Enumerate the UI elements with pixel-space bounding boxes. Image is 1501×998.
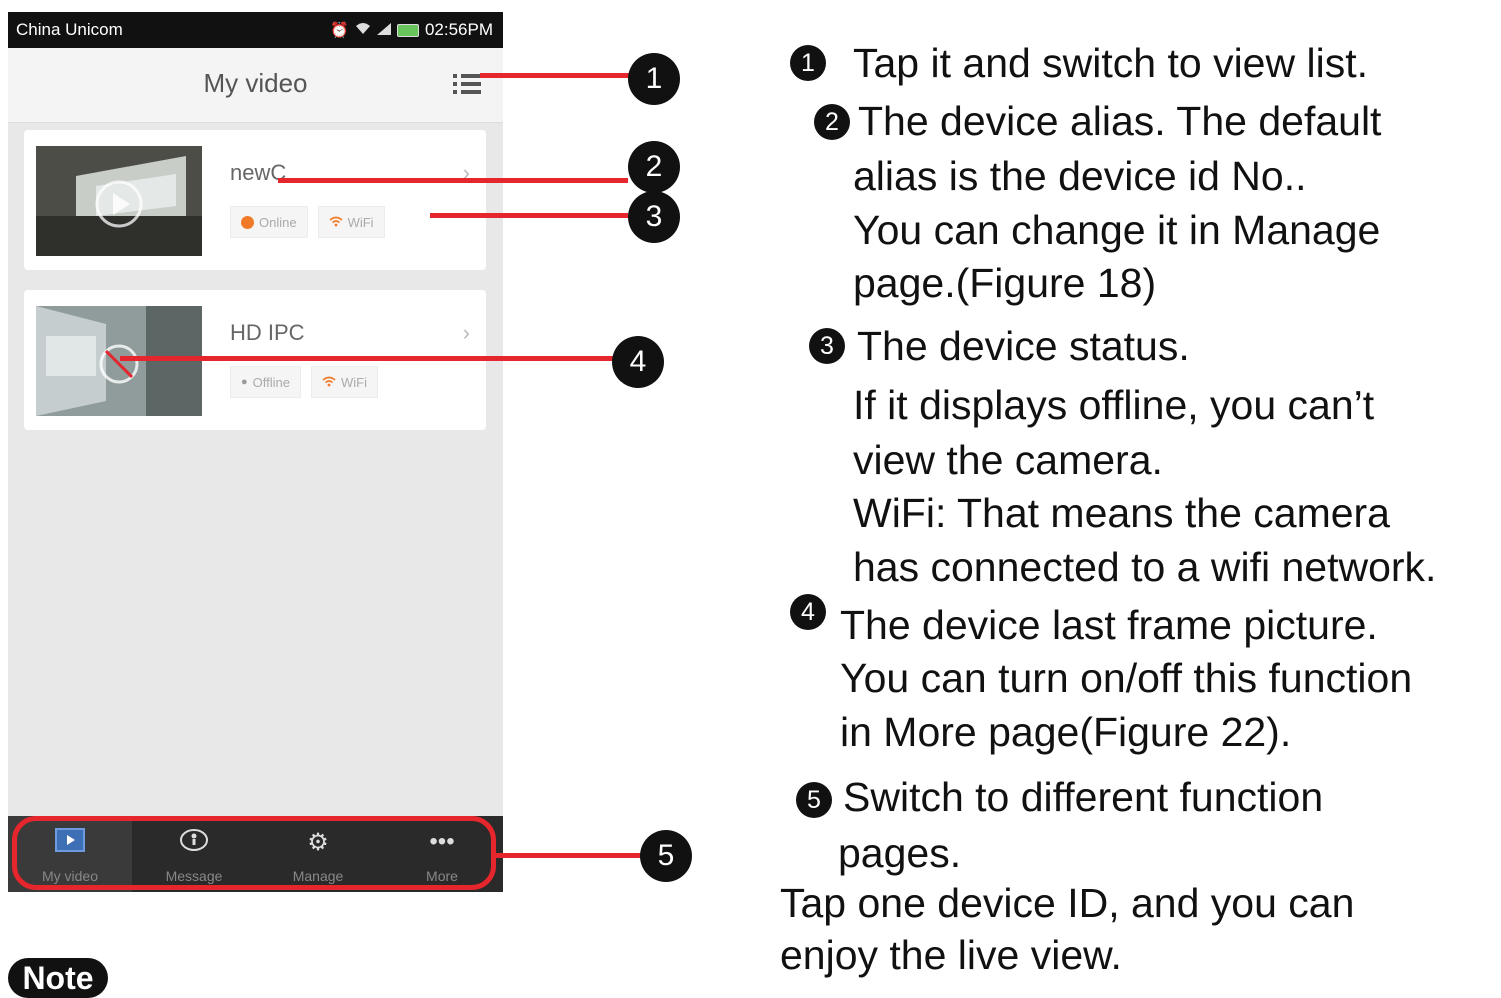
online-status-chip: Online bbox=[230, 206, 308, 238]
callout-line-5 bbox=[494, 853, 642, 858]
instruction-3-line-4: WiFi: That means the camera bbox=[853, 490, 1390, 536]
offline-status-chip: ● Offline bbox=[230, 366, 301, 398]
wifi-icon bbox=[329, 214, 343, 230]
network-label: WiFi bbox=[341, 374, 367, 390]
device-status-chips: Online WiFi bbox=[230, 206, 385, 238]
wifi-chip: WiFi bbox=[311, 366, 378, 398]
page-title: My video bbox=[203, 68, 308, 98]
device-card[interactable]: newC › Online WiFi bbox=[24, 130, 486, 270]
callout-1: 1 bbox=[628, 53, 680, 105]
online-dot-icon bbox=[241, 215, 254, 229]
alarm-icon: ⏰ bbox=[330, 22, 349, 39]
instruction-5-line-2: pages. bbox=[838, 830, 962, 876]
callout-line-2 bbox=[278, 178, 628, 183]
status-bar: China Unicom ⏰ 02:56PM bbox=[8, 12, 503, 48]
step-number-4: 4 bbox=[790, 594, 826, 630]
callout-line-1 bbox=[480, 73, 630, 78]
callout-line-3 bbox=[430, 213, 628, 218]
step-number-3: 3 bbox=[809, 328, 845, 364]
device-thumbnail[interactable] bbox=[36, 306, 202, 416]
wifi-icon bbox=[322, 374, 336, 390]
device-name[interactable]: HD IPC bbox=[230, 320, 305, 346]
status-time: 02:56PM bbox=[424, 20, 493, 39]
callout-2: 2 bbox=[628, 141, 680, 193]
chevron-right-icon[interactable]: › bbox=[463, 320, 470, 346]
wifi-status-icon bbox=[355, 22, 371, 39]
carrier-name: China Unicom bbox=[16, 20, 123, 39]
device-thumbnail[interactable] bbox=[36, 146, 202, 256]
device-status-chips: ● Offline WiFi bbox=[230, 366, 378, 398]
instruction-3-line-5: has connected to a wifi network. bbox=[853, 544, 1437, 590]
instruction-2-line-1: The device alias. The default bbox=[858, 98, 1382, 144]
offline-dot-icon: ● bbox=[241, 376, 248, 388]
callout-5: 5 bbox=[640, 830, 692, 882]
instruction-4-line-3: in More page(Figure 22). bbox=[840, 709, 1292, 755]
instruction-3-line-1: The device status. bbox=[857, 323, 1190, 369]
app-header: My video bbox=[8, 48, 503, 123]
instruction-2-line-2: alias is the device id No.. bbox=[853, 153, 1307, 199]
status-label: Online bbox=[259, 214, 297, 230]
signal-icon bbox=[376, 22, 391, 39]
instruction-1: Tap it and switch to view list. bbox=[853, 40, 1368, 86]
phone-screenshot: China Unicom ⏰ 02:56PM My video newC › O… bbox=[8, 12, 503, 892]
note-label: Note bbox=[8, 958, 108, 998]
step-number-2: 2 bbox=[814, 104, 850, 140]
instruction-3-line-3: view the camera. bbox=[853, 437, 1163, 483]
status-label: Offline bbox=[252, 374, 290, 390]
instruction-3-line-2: If it displays offline, you can’t bbox=[853, 382, 1375, 428]
instruction-4-line-2: You can turn on/off this function bbox=[840, 655, 1413, 701]
instruction-2-line-3: You can change it in Manage bbox=[853, 207, 1381, 253]
wifi-chip: WiFi bbox=[317, 206, 385, 238]
instruction-5-line-1: Switch to different function bbox=[843, 774, 1324, 820]
step-number-5: 5 bbox=[796, 782, 832, 818]
battery-icon bbox=[396, 23, 419, 37]
list-view-icon[interactable] bbox=[453, 70, 481, 98]
callout-3: 3 bbox=[628, 191, 680, 243]
footer-line-1: Tap one device ID, and you can bbox=[780, 880, 1355, 926]
tab-bar-highlight bbox=[12, 816, 496, 890]
instruction-2-line-4: page.(Figure 18) bbox=[853, 260, 1157, 306]
instruction-4-line-1: The device last frame picture. bbox=[840, 602, 1378, 648]
footer-line-2: enjoy the live view. bbox=[780, 932, 1122, 978]
callout-4: 4 bbox=[612, 336, 664, 388]
network-label: WiFi bbox=[347, 214, 374, 230]
step-number-1: 1 bbox=[790, 45, 826, 81]
callout-line-4 bbox=[120, 356, 620, 361]
